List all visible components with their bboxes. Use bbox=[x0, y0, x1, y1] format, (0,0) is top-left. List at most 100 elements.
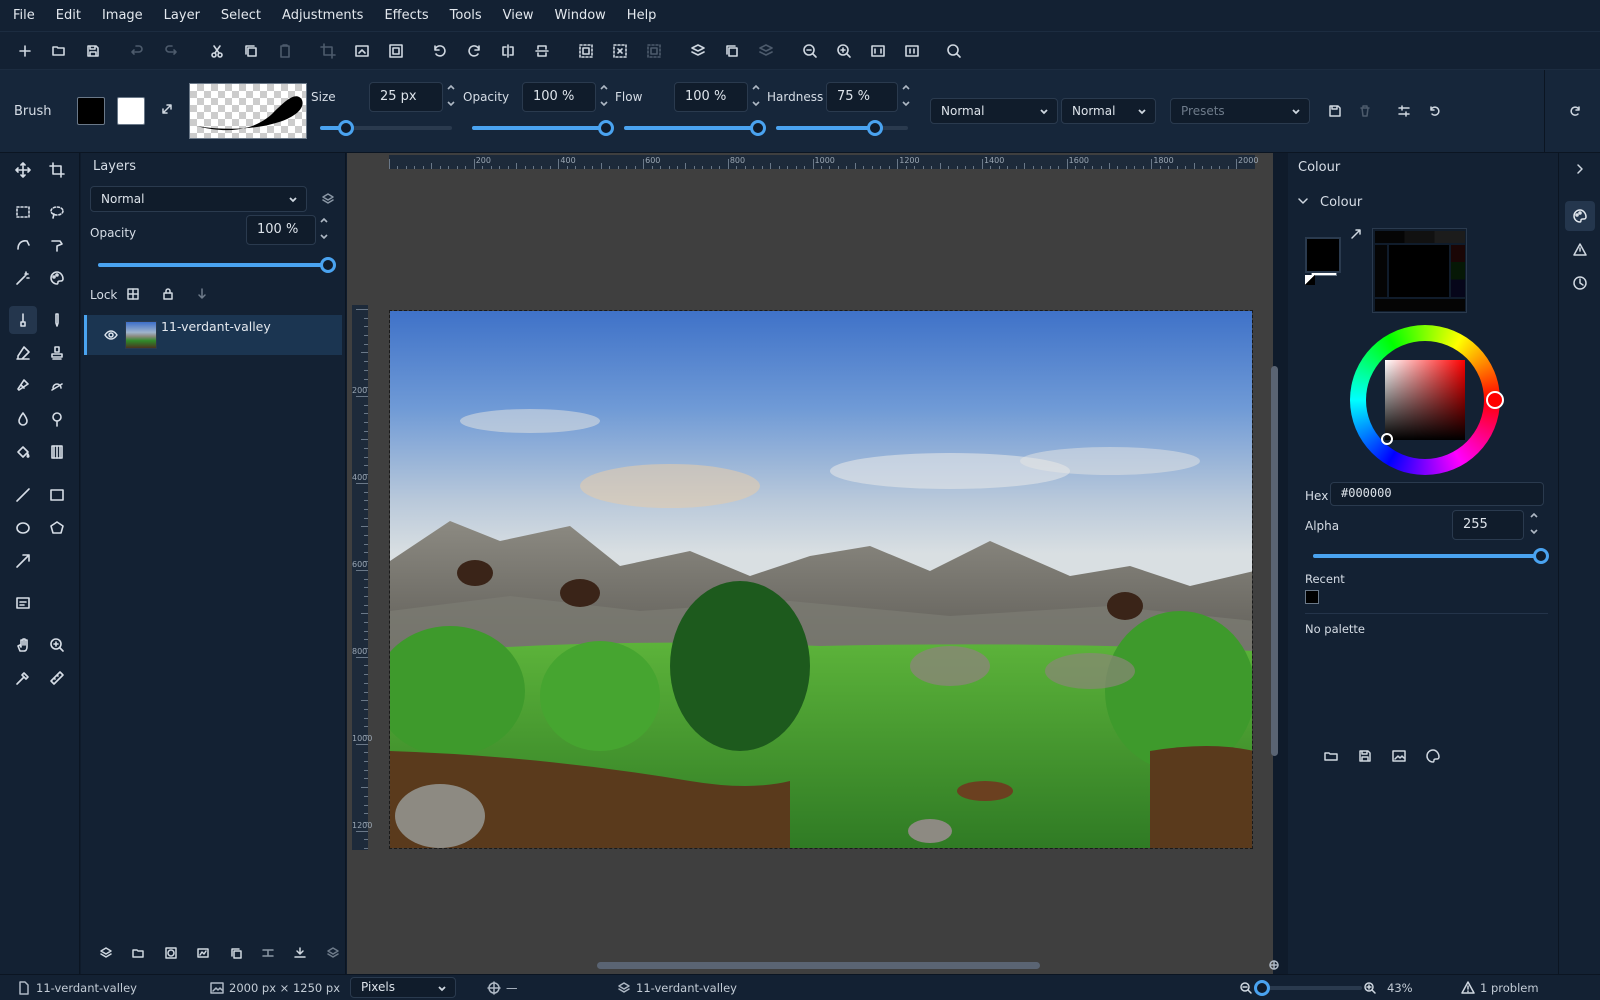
deselect-icon[interactable] bbox=[610, 41, 630, 61]
lock-icon[interactable] bbox=[161, 287, 175, 304]
save-icon[interactable] bbox=[83, 41, 103, 61]
saturation-value-square[interactable] bbox=[1385, 360, 1465, 440]
fill-bucket-icon[interactable] bbox=[9, 438, 37, 466]
reset-colors-icon[interactable] bbox=[1305, 275, 1315, 285]
opacity-slider[interactable] bbox=[472, 120, 614, 136]
blend-mode-dropdown[interactable]: Normal bbox=[930, 98, 1058, 124]
menu-select[interactable]: Select bbox=[221, 8, 261, 23]
lock-position-icon[interactable] bbox=[195, 287, 209, 304]
cut-icon[interactable] bbox=[207, 41, 227, 61]
move-tool-icon[interactable] bbox=[9, 156, 37, 184]
hardness-input[interactable]: 75 % bbox=[826, 82, 898, 112]
size-input[interactable]: 25 px bbox=[369, 82, 443, 112]
vertical-scrollbar[interactable] bbox=[1271, 366, 1278, 756]
text-tool-icon[interactable] bbox=[9, 589, 37, 617]
hue-picker-handle[interactable] bbox=[1486, 391, 1504, 409]
open-palette-icon[interactable] bbox=[1324, 749, 1338, 766]
brush-tool-icon[interactable] bbox=[9, 306, 37, 334]
warning-icon[interactable] bbox=[1461, 981, 1475, 998]
invert-selection-icon[interactable] bbox=[644, 41, 664, 61]
flip-horizontal-icon[interactable] bbox=[498, 41, 518, 61]
clone-stamp-icon[interactable] bbox=[43, 339, 71, 367]
blur-tool-icon[interactable] bbox=[9, 405, 37, 433]
adjustment-layer-icon[interactable] bbox=[196, 946, 210, 963]
new-group-icon[interactable] bbox=[131, 946, 145, 963]
dodge-tool-icon[interactable] bbox=[43, 405, 71, 433]
palette-tool-icon[interactable] bbox=[43, 264, 71, 292]
free-select-icon[interactable] bbox=[9, 231, 37, 259]
menu-file[interactable]: File bbox=[13, 8, 35, 23]
rotate-cw-icon[interactable] bbox=[464, 41, 484, 61]
zoom-out-icon[interactable] bbox=[800, 41, 820, 61]
add-layer-icon[interactable] bbox=[688, 41, 708, 61]
fit-window-icon[interactable] bbox=[868, 41, 888, 61]
save-palette-icon[interactable] bbox=[1358, 749, 1372, 766]
collapse-chevron-icon[interactable] bbox=[1296, 194, 1310, 211]
heal-tool-icon[interactable] bbox=[43, 372, 71, 400]
menu-window[interactable]: Window bbox=[555, 8, 606, 23]
flow-slider[interactable] bbox=[624, 120, 766, 136]
undo-icon[interactable] bbox=[127, 41, 147, 61]
size-slider[interactable] bbox=[320, 120, 452, 136]
layer-opacity-stepper[interactable] bbox=[318, 215, 330, 245]
palette-from-image-icon[interactable] bbox=[1392, 749, 1406, 766]
resize-canvas-icon[interactable] bbox=[386, 41, 406, 61]
rect-select-icon[interactable] bbox=[9, 198, 37, 226]
canvas-artwork[interactable] bbox=[389, 310, 1253, 849]
eyedropper-icon[interactable] bbox=[9, 664, 37, 692]
pencil-tool-icon[interactable] bbox=[43, 306, 71, 334]
rotate-ccw-icon[interactable] bbox=[430, 41, 450, 61]
layer-opacity-knob[interactable] bbox=[320, 257, 336, 273]
opacity-stepper[interactable] bbox=[598, 82, 610, 112]
hand-tool-icon[interactable] bbox=[9, 631, 37, 659]
sv-picker-handle[interactable] bbox=[1381, 433, 1393, 445]
lasso-select-icon[interactable] bbox=[43, 198, 71, 226]
menu-view[interactable]: View bbox=[503, 8, 534, 23]
redo-icon[interactable] bbox=[161, 41, 181, 61]
reset-brush-icon[interactable] bbox=[1428, 104, 1442, 121]
lock-transparency-icon[interactable] bbox=[126, 287, 140, 304]
measure-tool-icon[interactable] bbox=[43, 664, 71, 692]
new-file-icon[interactable] bbox=[15, 41, 35, 61]
zoom-in-icon[interactable] bbox=[1363, 981, 1377, 998]
menu-help[interactable]: Help bbox=[627, 8, 657, 23]
actual-size-icon[interactable] bbox=[902, 41, 922, 61]
paste-icon[interactable] bbox=[275, 41, 295, 61]
delete-preset-icon[interactable] bbox=[1358, 104, 1372, 121]
recent-color-swatch[interactable] bbox=[1305, 590, 1319, 604]
arrow-tool-icon[interactable] bbox=[9, 547, 37, 575]
menu-layer[interactable]: Layer bbox=[164, 8, 200, 23]
resize-image-icon[interactable] bbox=[352, 41, 372, 61]
delete-layer-icon[interactable] bbox=[326, 946, 340, 963]
adjustments-panel-icon[interactable] bbox=[1573, 243, 1587, 260]
size-slider-knob[interactable] bbox=[338, 120, 355, 136]
ellipse-tool-icon[interactable] bbox=[9, 514, 37, 542]
alpha-slider-knob[interactable] bbox=[1533, 548, 1549, 564]
eraser-tool-icon[interactable] bbox=[9, 339, 37, 367]
zoom-out-icon[interactable] bbox=[1239, 981, 1253, 998]
menu-edit[interactable]: Edit bbox=[56, 8, 81, 23]
alpha-slider[interactable] bbox=[1313, 548, 1549, 564]
duplicate-layer-icon[interactable] bbox=[722, 41, 742, 61]
color-swatch-grid[interactable] bbox=[1372, 228, 1467, 313]
units-dropdown[interactable]: Pixels bbox=[350, 977, 456, 998]
refresh-icon[interactable] bbox=[1568, 104, 1582, 121]
colour-panel-tab[interactable] bbox=[1565, 201, 1595, 231]
history-clock-icon[interactable] bbox=[1573, 276, 1587, 293]
swap-colors-icon[interactable] bbox=[1349, 227, 1363, 244]
magic-wand-icon[interactable] bbox=[9, 264, 37, 292]
hardness-slider-knob[interactable] bbox=[867, 120, 883, 136]
flow-input[interactable]: 100 % bbox=[674, 82, 748, 112]
duplicate-layer-icon[interactable] bbox=[229, 946, 243, 963]
brush-preview[interactable] bbox=[189, 83, 307, 139]
horizontal-scrollbar[interactable] bbox=[597, 962, 1040, 969]
zoom-slider-knob[interactable] bbox=[1254, 980, 1270, 996]
search-icon[interactable] bbox=[944, 41, 964, 61]
crop-tool-icon[interactable] bbox=[43, 156, 71, 184]
layer-opacity-input[interactable]: 100 % bbox=[246, 215, 316, 245]
presets-dropdown[interactable]: Presets bbox=[1170, 98, 1310, 124]
size-stepper[interactable] bbox=[445, 82, 457, 112]
alpha-stepper[interactable] bbox=[1528, 510, 1540, 540]
smudge-tool-icon[interactable] bbox=[9, 372, 37, 400]
flow-slider-knob[interactable] bbox=[750, 120, 766, 136]
